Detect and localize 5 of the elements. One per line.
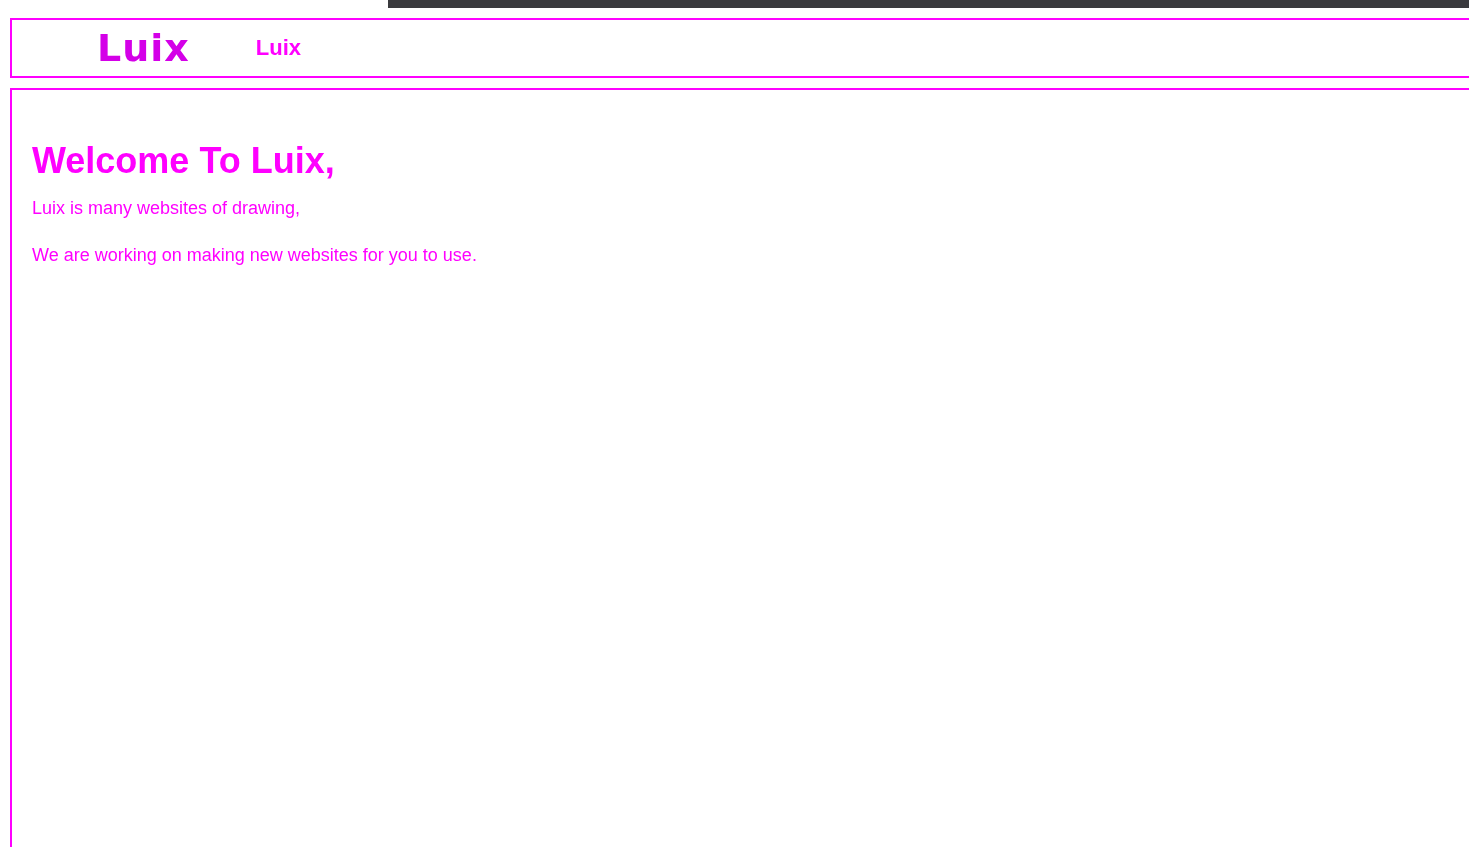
paragraph: Luix is many websites of drawing, <box>32 198 302 219</box>
paragraph: We are working on making new websites for you to use. <box>32 245 478 266</box>
page-heading: Welcome To Luix, <box>32 140 336 182</box>
nav-link[interactable]: Luix <box>255 35 302 61</box>
logo[interactable]: Luix <box>97 29 190 67</box>
